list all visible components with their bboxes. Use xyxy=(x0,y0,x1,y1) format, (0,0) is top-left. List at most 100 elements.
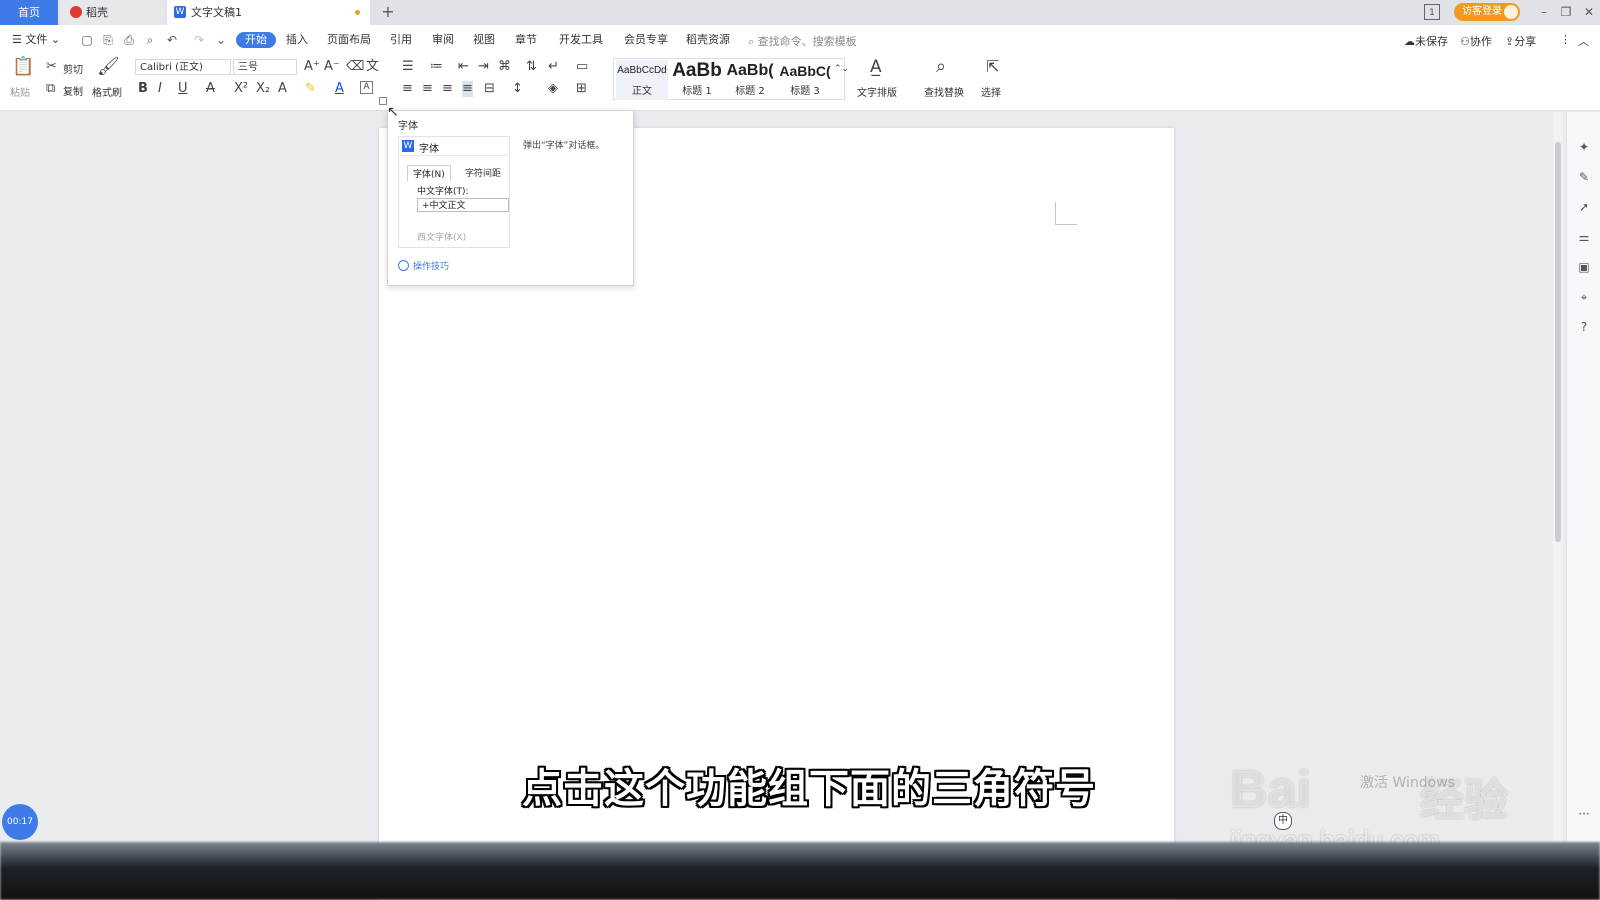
collaborate-button[interactable]: ⚇协作 xyxy=(1460,33,1492,49)
paste-label[interactable]: 粘贴 xyxy=(10,84,30,99)
grow-font-icon[interactable]: A⁺ xyxy=(304,59,320,75)
customize-toolbar-icon[interactable]: ⌄ xyxy=(214,33,228,47)
subscript-icon[interactable]: X₂ xyxy=(256,81,270,97)
menu-daoke-resources[interactable]: 稻壳资源 xyxy=(686,32,730,48)
ime-indicator[interactable]: 中 xyxy=(1274,812,1292,830)
find-replace-icon[interactable]: ⌕ xyxy=(936,58,946,76)
hamburger-icon: ☰ xyxy=(12,33,26,46)
tab-home[interactable]: 首页 xyxy=(0,0,58,25)
superscript-icon[interactable]: X² xyxy=(234,81,248,97)
text-layout-icon[interactable]: A̲ xyxy=(870,59,882,76)
justify-icon[interactable]: ≡ xyxy=(462,81,473,97)
tab-daoke[interactable]: 稻壳 xyxy=(60,0,165,25)
tips-link[interactable]: 操作技巧 xyxy=(398,259,449,272)
cut-icon[interactable]: ✂ xyxy=(46,59,57,75)
strikethrough-icon[interactable]: A xyxy=(206,81,215,97)
command-search[interactable]: ⌕ 查找命令、搜索模板 xyxy=(748,33,857,49)
align-right-icon[interactable]: ≡ xyxy=(442,81,453,97)
style-heading-2[interactable]: AaBb( 标题 2 xyxy=(724,60,776,100)
increase-indent-icon[interactable]: ⇥ xyxy=(478,59,489,75)
menu-review[interactable]: 审阅 xyxy=(432,32,454,48)
shading-icon[interactable]: ◈ xyxy=(548,81,558,97)
visitor-login-button[interactable]: 访客登录 xyxy=(1454,3,1520,21)
tab-stops-icon[interactable]: ▭ xyxy=(576,59,588,75)
styles-scroll-icon[interactable]: ⌃⌄ xyxy=(834,61,849,77)
style-panel-icon[interactable]: ✦ xyxy=(1577,140,1591,154)
vertical-scrollbar[interactable] xyxy=(1553,112,1563,842)
unsaved-status[interactable]: ☁未保存 xyxy=(1404,33,1448,49)
paste-icon[interactable]: 📋 xyxy=(12,58,34,81)
copy-label[interactable]: 复制 xyxy=(63,83,83,98)
redo-icon[interactable]: ↷ xyxy=(192,33,206,47)
char-border-icon[interactable]: A xyxy=(360,81,373,94)
undo-icon[interactable]: ↶ xyxy=(165,33,179,47)
shrink-font-icon[interactable]: A⁻ xyxy=(324,59,340,75)
select-label[interactable]: 选择 xyxy=(981,84,1001,99)
menu-developer[interactable]: 开发工具 xyxy=(559,32,603,48)
text-layout-label[interactable]: 文字排版 xyxy=(857,84,897,99)
collapse-ribbon-icon[interactable]: ︿ xyxy=(1578,33,1589,49)
pinyin-guide-icon[interactable]: 文 xyxy=(366,59,379,75)
menu-bar: ☰ 文件 ⌄ ▢ ⎘ ⎙ ⌕ ↶ ↷ ⌄ 开始 插入 页面布局 引用 审阅 视图… xyxy=(0,25,1600,55)
menu-start[interactable]: 开始 xyxy=(236,32,276,48)
borders-icon[interactable]: ⊞ xyxy=(576,81,587,97)
menu-view[interactable]: 视图 xyxy=(473,32,495,48)
find-replace-label[interactable]: 查找替换 xyxy=(924,84,964,99)
settings-sliders-icon[interactable]: ⚌ xyxy=(1577,230,1591,244)
cut-label[interactable]: 剪切 xyxy=(63,61,83,76)
style-heading-3[interactable]: AaBbC( 标题 3 xyxy=(778,60,832,100)
decrease-indent-icon[interactable]: ⇤ xyxy=(458,59,469,75)
layout-icon[interactable]: 1 xyxy=(1424,4,1440,20)
help-icon[interactable]: ? xyxy=(1577,320,1591,334)
export-pdf-icon[interactable]: ⎘ xyxy=(101,33,115,47)
text-effect-icon[interactable]: A xyxy=(278,81,287,97)
show-marks-icon[interactable]: ↵ xyxy=(548,59,559,75)
select-cursor-icon[interactable]: ⇱ xyxy=(986,59,999,75)
scrollbar-thumb[interactable] xyxy=(1555,142,1561,542)
sort-icon[interactable]: ⇅ xyxy=(526,59,537,75)
minimize-icon[interactable]: – xyxy=(1535,3,1553,21)
font-dialog-launcher[interactable] xyxy=(379,97,387,105)
italic-icon[interactable]: I xyxy=(158,81,162,97)
clear-format-icon[interactable]: ⌫ xyxy=(346,59,364,75)
select-pointer-icon[interactable]: ➚ xyxy=(1577,200,1591,214)
font-color-icon[interactable]: A xyxy=(335,81,344,97)
format-painter-label[interactable]: 格式刷 xyxy=(92,84,122,99)
close-icon[interactable]: ✕ xyxy=(1580,3,1598,21)
format-painter-icon[interactable]: 🖌 xyxy=(97,58,120,76)
align-left-icon[interactable]: ≡ xyxy=(402,81,413,97)
more-dots-icon[interactable]: ··· xyxy=(1577,807,1591,821)
distributed-icon[interactable]: ⊟ xyxy=(484,81,495,97)
print-preview-icon[interactable]: ⌕ xyxy=(143,33,157,47)
menu-member[interactable]: 会员专享 xyxy=(624,32,668,48)
more-icon[interactable]: ⋮ xyxy=(1560,33,1571,46)
print-icon[interactable]: ⎙ xyxy=(122,33,136,47)
underline-icon[interactable]: U xyxy=(178,81,188,97)
line-spacing-icon[interactable]: ↕ xyxy=(512,81,523,97)
location-icon[interactable]: ⌖ xyxy=(1577,290,1591,304)
restore-icon[interactable]: ❐ xyxy=(1557,3,1575,21)
menu-references[interactable]: 引用 xyxy=(390,32,412,48)
font-name-select[interactable]: Calibri (正文) xyxy=(135,59,231,75)
save-icon[interactable]: ▢ xyxy=(80,33,94,47)
edit-pen-icon[interactable]: ✎ xyxy=(1577,170,1591,184)
menu-chapter[interactable]: 章节 xyxy=(515,32,537,48)
tab-document[interactable]: W 文字文稿1 xyxy=(167,0,370,25)
menu-page-layout[interactable]: 页面布局 xyxy=(327,32,371,48)
chinese-layout-icon[interactable]: ⌘ xyxy=(498,59,511,75)
image-tool-icon[interactable]: ▣ xyxy=(1577,260,1591,274)
highlight-icon[interactable]: ✎ xyxy=(305,81,316,97)
bullet-list-icon[interactable]: ☰ xyxy=(402,59,414,75)
font-size-select[interactable]: 三号 xyxy=(233,59,297,75)
numbered-list-icon[interactable]: ≔ xyxy=(430,59,443,75)
preview-header: W 字体 xyxy=(399,137,509,156)
style-heading-1[interactable]: AaBb 标题 1 xyxy=(670,60,724,100)
bold-icon[interactable]: B xyxy=(138,81,148,97)
new-tab-button[interactable]: + xyxy=(378,2,398,22)
copy-icon[interactable]: ⧉ xyxy=(46,81,55,97)
file-menu[interactable]: ☰ 文件 ⌄ xyxy=(12,32,60,48)
align-center-icon[interactable]: ≡ xyxy=(422,81,433,97)
menu-insert[interactable]: 插入 xyxy=(286,32,308,48)
style-normal[interactable]: AaBbCcDd 正文 xyxy=(616,60,668,100)
share-button[interactable]: ⇪分享 xyxy=(1505,33,1536,49)
